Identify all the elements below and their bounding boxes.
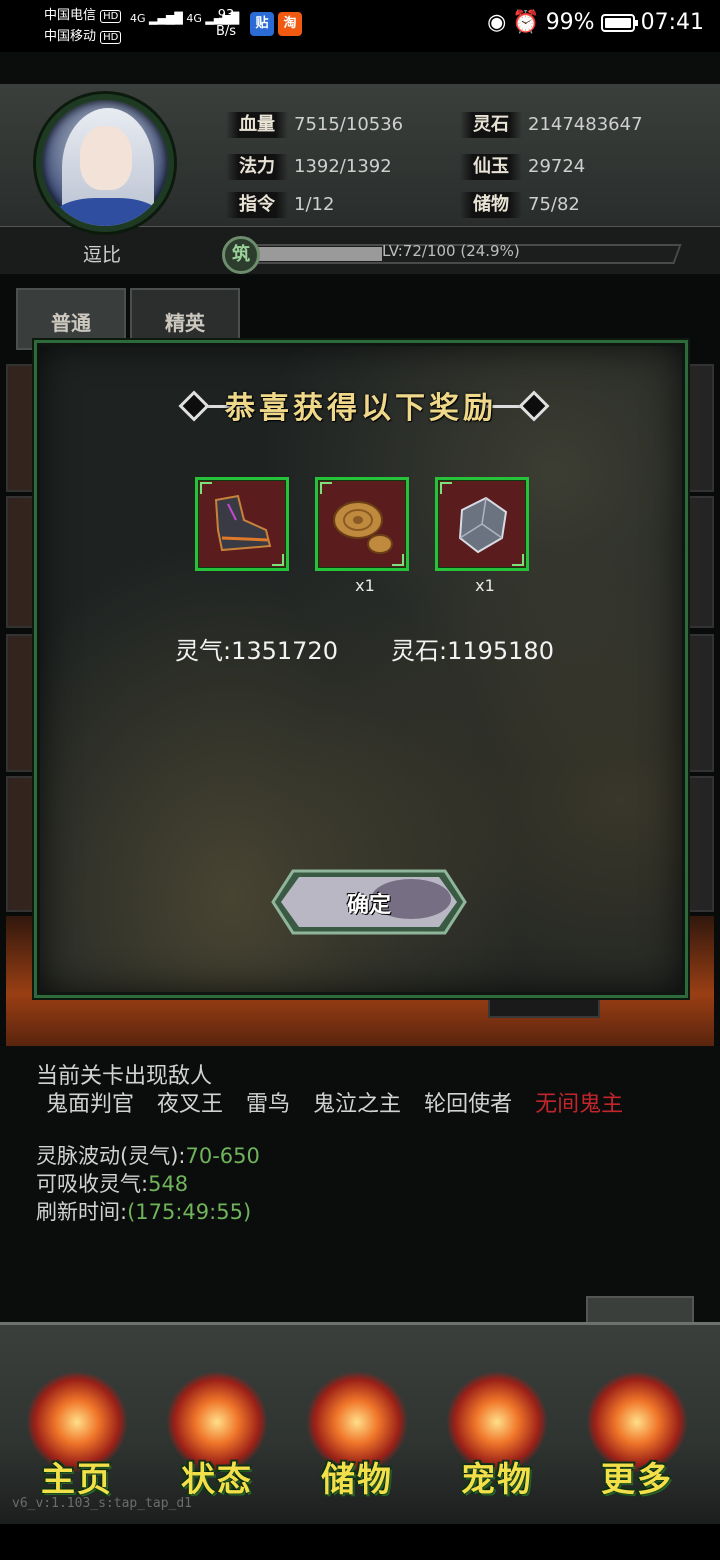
battery-icon — [600, 13, 638, 32]
status-right: ◉ ⏰ 99% 07:41 — [487, 10, 704, 35]
boss-name: 无间鬼主 — [535, 1092, 624, 1117]
boots-icon — [214, 494, 272, 552]
carrier-2: 中国移动 — [44, 29, 97, 44]
stat-xianyu: 仙玉 29724 — [460, 154, 585, 180]
stat-command: 指令 1/12 — [226, 192, 334, 218]
enemy-name: 鬼泣之主 — [313, 1092, 402, 1117]
reward-qty: x1 — [355, 576, 375, 595]
nav-status[interactable]: 状态 — [154, 1372, 280, 1512]
avatar[interactable] — [36, 94, 174, 232]
carrier-1: 中国电信 — [44, 8, 97, 23]
stat-label: 法力 — [226, 154, 288, 180]
enemy-name: 轮回使者 — [424, 1092, 513, 1117]
enemy-list: 鬼面判官 夜叉王 雷鸟 鬼泣之主 轮回使者 无间鬼主 — [46, 1086, 633, 1118]
nav-label: 储物 — [321, 1460, 393, 1500]
refresh-time: 刷新时间:(175:49:55) — [36, 1200, 252, 1224]
ore-stone-icon — [458, 496, 508, 554]
network-speed: 93 B/s — [216, 8, 237, 39]
stat-label: 血量 — [226, 112, 288, 138]
player-name: 逗比 — [82, 244, 121, 266]
alarm-icon: ⏰ — [512, 10, 540, 35]
nav-label: 状态 — [181, 1460, 253, 1500]
taobao-notification-icon: 淘 — [278, 12, 302, 36]
stat-value: 1/12 — [294, 194, 335, 215]
reward-dialog: 恭喜获得以下奖励 x1 x1 灵气:1351720 灵石:1195180 确定 — [34, 340, 688, 998]
nav-label: 宠物 — [461, 1460, 533, 1500]
gain-lingqi: 灵气:1351720 — [175, 637, 338, 665]
nav-label: 更多 — [601, 1460, 673, 1500]
stat-value: 7515/10536 — [294, 114, 404, 135]
reward-item[interactable]: x1 — [435, 477, 529, 595]
carrier-info: 中国电信 HD 中国移动 HD — [44, 6, 122, 48]
stat-label: 灵石 — [460, 112, 522, 138]
enemy-name: 夜叉王 — [157, 1092, 224, 1117]
gain-lingshi: 灵石:1195180 — [391, 637, 554, 665]
enemy-name: 鬼面判官 — [46, 1092, 135, 1117]
hd-badge-2: HD — [100, 31, 122, 44]
app-notification-icon: 贴 — [250, 12, 274, 36]
stat-value: 75/82 — [528, 194, 580, 215]
eye-icon: ◉ — [487, 10, 507, 35]
level-text: LV:72/100 (24.9%) — [382, 242, 520, 260]
hd-badge: HD — [100, 10, 122, 23]
realm-badge: 筑 — [222, 236, 260, 274]
nav-label: 主页 — [41, 1460, 113, 1500]
gesture-area — [0, 1524, 720, 1560]
absorbable-qi: 可吸收灵气:548 — [36, 1172, 189, 1196]
wood-log-icon — [333, 501, 393, 554]
stat-hp: 血量 7515/10536 — [226, 112, 403, 138]
stat-label: 指令 — [226, 192, 288, 218]
stat-label: 储物 — [460, 192, 522, 218]
stat-label: 仙玉 — [460, 154, 522, 180]
battery-percent: 99% — [545, 10, 595, 35]
confirm-button[interactable]: 确定 — [271, 869, 467, 935]
nav-pet[interactable]: 宠物 — [434, 1372, 560, 1512]
nav-more[interactable]: 更多 — [574, 1372, 700, 1512]
status-bar: 中国电信 HD 中国移动 HD 4G ▂▄▆█ 4G ▂▄▆█ 93 B/s 贴… — [0, 0, 720, 52]
clock: 07:41 — [640, 10, 704, 35]
nav-home[interactable]: 主页 — [14, 1372, 140, 1512]
reward-item[interactable] — [195, 477, 289, 571]
stat-mp: 法力 1392/1392 — [226, 154, 392, 180]
confirm-label: 确定 — [346, 892, 391, 918]
reward-item[interactable]: x1 — [315, 477, 409, 595]
dialog-title: 恭喜获得以下奖励 — [225, 391, 497, 426]
level-progress-fill — [252, 247, 382, 261]
stat-value: 29724 — [528, 156, 586, 177]
vein-fluctuation: 灵脉波动(灵气):70-650 — [36, 1144, 260, 1168]
stat-value: 2147483647 — [528, 114, 643, 135]
stat-lingshi: 灵石 2147483647 — [460, 112, 643, 138]
level-progress-bar: 筑 LV:72/100 (24.9%) — [222, 236, 686, 274]
enemy-name: 雷鸟 — [246, 1092, 291, 1117]
stat-storage: 储物 75/82 — [460, 192, 580, 218]
nav-storage[interactable]: 储物 — [294, 1372, 420, 1512]
stat-value: 1392/1392 — [294, 156, 392, 177]
reward-qty: x1 — [475, 576, 495, 595]
version-text: v6_v:1.103_s:tap_tap_d1 — [12, 1496, 193, 1511]
